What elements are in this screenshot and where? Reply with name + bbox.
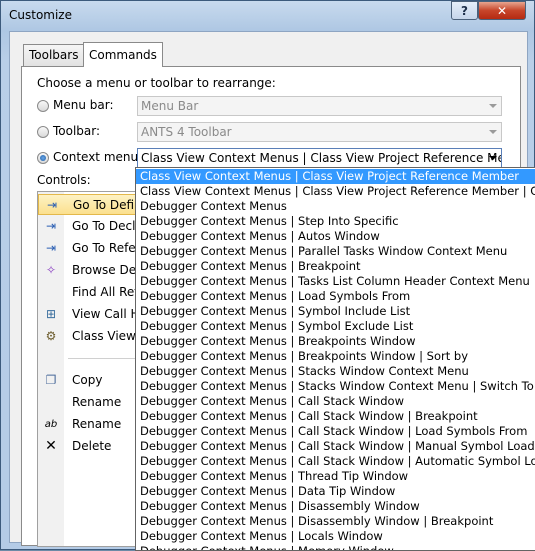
- chevron-down-icon: [489, 156, 497, 160]
- rename-icon: ab: [44, 419, 58, 430]
- control-label: Go To Defin: [73, 198, 142, 212]
- dropdown-option[interactable]: Debugger Context Menus | Load Symbols Fr…: [136, 289, 535, 304]
- dropdown-option[interactable]: Debugger Context Menus: [136, 199, 535, 214]
- dropdown-option[interactable]: Debugger Context Menus | Data Tip Window: [136, 484, 535, 499]
- control-label: Browse Defi: [72, 263, 144, 277]
- tab-commands[interactable]: Commands: [83, 42, 163, 67]
- control-label: Delete: [72, 439, 112, 453]
- toolbar-value: ANTS 4 Toolbar: [141, 125, 232, 139]
- dropdown-option[interactable]: Debugger Context Menus | Step Into Speci…: [136, 214, 535, 229]
- dropdown-option[interactable]: Debugger Context Menus | Stacks Window C…: [136, 379, 535, 394]
- dropdown-option[interactable]: Debugger Context Menus | Symbol Include …: [136, 304, 535, 319]
- copy-icon: ❐: [45, 373, 57, 387]
- dropdown-option[interactable]: Class View Context Menus | Class View Pr…: [136, 169, 535, 184]
- choose-prompt: Choose a menu or toolbar to rearrange:: [37, 76, 276, 90]
- help-icon: ?: [461, 3, 468, 18]
- customize-dialog: Customize ? ✕ Toolbars Commands Choose a…: [0, 0, 535, 551]
- dropdown-option[interactable]: Debugger Context Menus | Breakpoints Win…: [136, 334, 535, 349]
- dropdown-option[interactable]: Debugger Context Menus | Breakpoint: [136, 259, 535, 274]
- context-menu-combo[interactable]: Class View Context Menus | Class View Pr…: [137, 148, 502, 168]
- dropdown-option[interactable]: Debugger Context Menus | Call Stack Wind…: [136, 439, 535, 454]
- close-button[interactable]: ✕: [478, 1, 526, 20]
- goto-reference-icon: ⇥: [45, 241, 57, 255]
- goto-declaration-icon: ⇥: [45, 219, 57, 233]
- toolbar-combo[interactable]: ANTS 4 Toolbar: [137, 122, 502, 142]
- control-label: Rename: [72, 417, 122, 431]
- toolbar-label: Toolbar:: [53, 124, 101, 138]
- menu-bar-value: Menu Bar: [141, 99, 199, 113]
- window-title: Customize: [9, 8, 72, 22]
- menu-bar-radio[interactable]: [37, 100, 49, 112]
- dropdown-option[interactable]: Debugger Context Menus | Breakpoints Win…: [136, 349, 535, 364]
- menu-bar-label: Menu bar:: [53, 98, 114, 112]
- dropdown-option[interactable]: Debugger Context Menus | Call Stack Wind…: [136, 409, 535, 424]
- dropdown-option[interactable]: Class View Context Menus | Class View Pr…: [136, 184, 535, 199]
- chevron-down-icon: [489, 130, 497, 134]
- dropdown-option[interactable]: Debugger Context Menus | Thread Tip Wind…: [136, 469, 535, 484]
- class-view-icon: ⚙: [45, 329, 57, 343]
- control-label: Go To Decla: [72, 219, 143, 233]
- close-icon: ✕: [496, 3, 508, 18]
- controls-label: Controls:: [37, 173, 91, 187]
- blank-icon: [43, 395, 59, 410]
- dropdown-option[interactable]: Debugger Context Menus | Locals Window: [136, 529, 535, 544]
- tab-toolbars[interactable]: Toolbars: [23, 44, 85, 66]
- dropdown-option[interactable]: Debugger Context Menus | Symbol Exclude …: [136, 319, 535, 334]
- chevron-down-icon: [489, 104, 497, 108]
- context-menu-dropdown-list[interactable]: Class View Context Menus | Class View Pr…: [135, 167, 535, 551]
- dropdown-option[interactable]: Debugger Context Menus | Call Stack Wind…: [136, 454, 535, 469]
- dropdown-option[interactable]: Debugger Context Menus | Autos Window: [136, 229, 535, 244]
- toolbar-radio[interactable]: [37, 126, 49, 138]
- dropdown-option[interactable]: Debugger Context Menus | Disassembly Win…: [136, 514, 535, 529]
- view-call-hierarchy-icon: ⊞: [45, 307, 57, 321]
- context-menu-value: Class View Context Menus | Class View Pr…: [141, 151, 502, 165]
- title-bar[interactable]: Customize ? ✕: [1, 1, 534, 31]
- dropdown-option[interactable]: Debugger Context Menus | Disassembly Win…: [136, 499, 535, 514]
- menu-bar-combo[interactable]: Menu Bar: [137, 96, 502, 116]
- control-label: Rename: [72, 395, 122, 409]
- dropdown-option[interactable]: Debugger Context Menus | Stacks Window C…: [136, 364, 535, 379]
- control-label: Go To Refer: [72, 241, 141, 255]
- help-button[interactable]: ?: [451, 1, 478, 20]
- control-label: Copy: [72, 373, 103, 387]
- dropdown-option[interactable]: Debugger Context Menus | Tasks List Colu…: [136, 274, 535, 289]
- dropdown-option[interactable]: Debugger Context Menus | Call Stack Wind…: [136, 394, 535, 409]
- browse-definition-icon: ✧: [45, 263, 57, 277]
- delete-icon: ✕: [45, 438, 57, 454]
- dropdown-option[interactable]: Debugger Context Menus | Call Stack Wind…: [136, 424, 535, 439]
- control-label: View Call H: [72, 307, 140, 321]
- dropdown-option[interactable]: Debugger Context Menus | Parallel Tasks …: [136, 244, 535, 259]
- find-all-references-icon: [43, 285, 59, 300]
- context-menu-label: Context menu:: [53, 150, 143, 164]
- goto-definition-icon: ⇥: [46, 198, 58, 212]
- context-menu-radio[interactable]: [37, 152, 49, 164]
- control-label: Find All Ref: [72, 285, 139, 299]
